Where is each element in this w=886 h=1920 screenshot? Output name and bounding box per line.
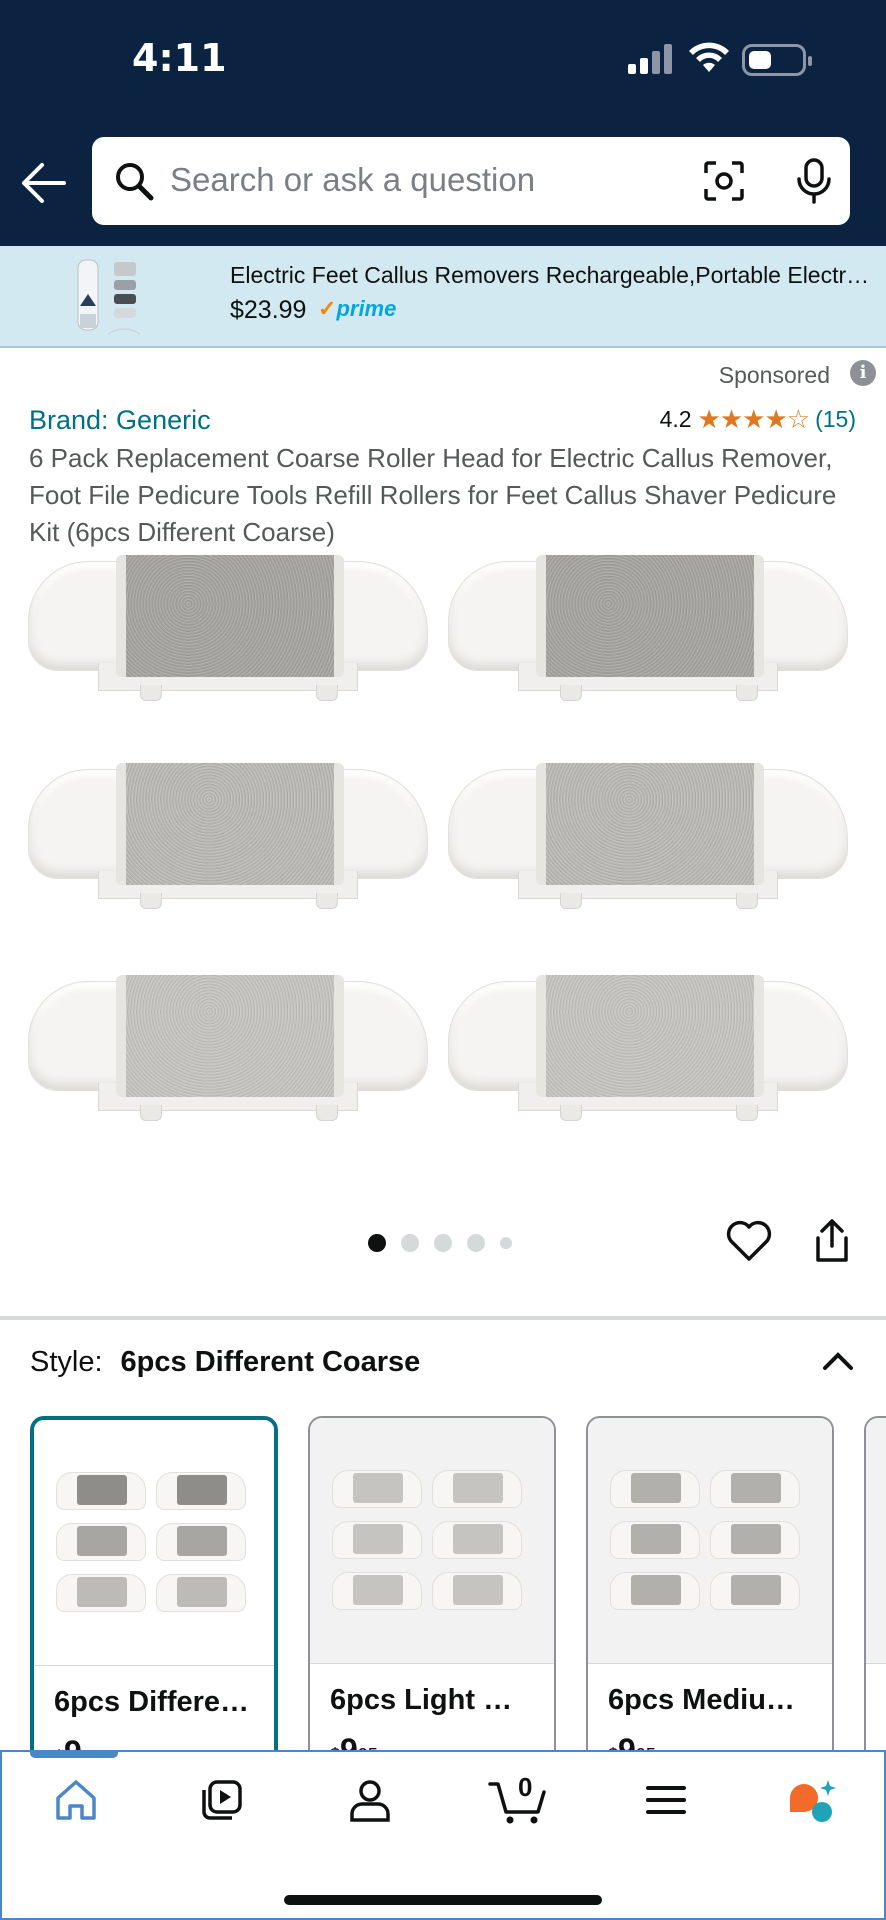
- wifi-icon: [689, 42, 729, 72]
- gallery-dot[interactable]: [401, 1234, 419, 1252]
- style-option-different-coarse[interactable]: 6pcs Differe… $995: [30, 1416, 278, 1776]
- product-image-roller: [448, 975, 848, 1145]
- share-icon[interactable]: [812, 1218, 852, 1264]
- gallery-dot[interactable]: [467, 1234, 485, 1252]
- active-tab-indicator: [30, 1750, 118, 1758]
- gallery-dot[interactable]: [434, 1234, 452, 1252]
- section-divider: [0, 1316, 886, 1320]
- review-count[interactable]: (15): [815, 406, 856, 433]
- gallery-pagination[interactable]: [368, 1234, 512, 1252]
- style-option-medium[interactable]: 6pcs Mediu… $995: [586, 1416, 834, 1776]
- menu-icon[interactable]: [644, 1778, 688, 1822]
- account-icon[interactable]: [348, 1778, 392, 1822]
- rating-value: 4.2: [659, 406, 692, 432]
- product-image-gallery[interactable]: [28, 555, 858, 1160]
- search-input[interactable]: Search or ask a question: [170, 161, 535, 199]
- gallery-dot[interactable]: [500, 1237, 512, 1249]
- rating-summary[interactable]: 4.2 ★★★★☆ (15): [660, 404, 856, 435]
- info-icon[interactable]: i: [850, 360, 876, 386]
- video-icon[interactable]: [200, 1778, 244, 1822]
- style-options[interactable]: 6pcs Differe… $995 6pcs Light … $995 6pc…: [30, 1416, 886, 1776]
- search-icon: [116, 163, 154, 201]
- prime-badge: ✓prime: [318, 296, 397, 321]
- style-option-image: [34, 1420, 274, 1666]
- style-option-label: 6pcs Light …: [330, 1684, 513, 1716]
- sponsored-title[interactable]: Electric Feet Callus Removers Rechargeab…: [230, 262, 870, 289]
- battery-icon: [742, 44, 812, 76]
- brand-link[interactable]: Brand: Generic: [29, 405, 211, 436]
- style-option-next[interactable]: [864, 1416, 886, 1776]
- cellular-signal-icon: [628, 44, 674, 74]
- sponsored-price: $23.99: [230, 296, 307, 324]
- home-icon[interactable]: [54, 1778, 98, 1822]
- cart-count: 0: [518, 1772, 533, 1802]
- mic-icon[interactable]: [794, 157, 834, 205]
- prime-check-icon: ✓: [318, 296, 337, 321]
- top-header: 4:11 Search or ask a question: [0, 0, 886, 246]
- style-option-light[interactable]: 6pcs Light … $995: [308, 1416, 556, 1776]
- product-image-roller: [448, 555, 848, 725]
- product-image-roller: [28, 975, 428, 1145]
- sponsored-product-image: [77, 259, 141, 335]
- gallery-dot-active[interactable]: [368, 1234, 386, 1252]
- search-bar[interactable]: Search or ask a question: [92, 137, 850, 225]
- product-image-roller: [448, 763, 848, 933]
- style-selected-value: 6pcs Different Coarse: [120, 1346, 421, 1378]
- heart-icon[interactable]: [726, 1220, 772, 1262]
- back-arrow-icon[interactable]: [20, 162, 68, 204]
- sponsored-banner[interactable]: Electric Feet Callus Removers Rechargeab…: [0, 246, 886, 348]
- product-title: 6 Pack Replacement Coarse Roller Head fo…: [29, 443, 837, 547]
- style-label: Style:: [30, 1346, 103, 1378]
- style-selector-header[interactable]: Style: 6pcs Different Coarse: [30, 1346, 420, 1379]
- style-option-image: [588, 1418, 832, 1664]
- chevron-up-icon[interactable]: [822, 1350, 854, 1372]
- sponsored-label: Sponsored: [718, 362, 830, 388]
- style-option-image: [310, 1418, 554, 1664]
- home-indicator: [284, 1895, 602, 1905]
- product-image-roller: [28, 763, 428, 933]
- product-image-roller: [28, 555, 428, 725]
- status-time: 4:11: [132, 36, 227, 80]
- camera-icon[interactable]: [702, 159, 746, 203]
- star-rating-icon: ★★★★☆: [697, 404, 811, 434]
- style-option-label: 6pcs Differe…: [54, 1686, 250, 1718]
- rufus-icon[interactable]: [786, 1778, 838, 1826]
- style-option-label: 6pcs Mediu…: [608, 1684, 795, 1716]
